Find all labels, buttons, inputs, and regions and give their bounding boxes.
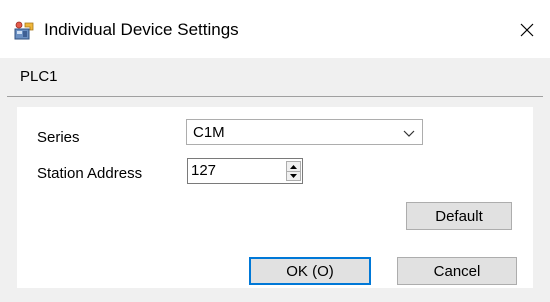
spin-buttons xyxy=(286,161,301,181)
series-dropdown[interactable]: C1M xyxy=(186,119,423,145)
default-button[interactable]: Default xyxy=(406,202,512,230)
series-label: Series xyxy=(37,129,80,146)
cancel-button[interactable]: Cancel xyxy=(397,257,517,285)
series-value: C1M xyxy=(193,124,225,141)
station-address-value[interactable]: 127 xyxy=(191,162,216,179)
device-name-label: PLC1 xyxy=(20,68,58,85)
title-bar: Individual Device Settings xyxy=(0,0,550,58)
separator xyxy=(7,96,543,97)
triangle-down-icon xyxy=(290,173,297,178)
settings-panel: Series C1M Station Address 127 Default O… xyxy=(17,107,533,288)
station-address-stepper[interactable]: 127 xyxy=(187,158,303,184)
close-button[interactable] xyxy=(504,10,550,50)
triangle-up-icon xyxy=(290,164,297,169)
spin-down-button[interactable] xyxy=(287,171,300,180)
close-icon xyxy=(520,23,534,37)
chevron-down-icon xyxy=(403,126,415,142)
window-title: Individual Device Settings xyxy=(44,20,239,39)
device-settings-icon xyxy=(13,21,35,41)
station-address-label: Station Address xyxy=(37,165,143,182)
ok-button[interactable]: OK (O) xyxy=(249,257,371,285)
